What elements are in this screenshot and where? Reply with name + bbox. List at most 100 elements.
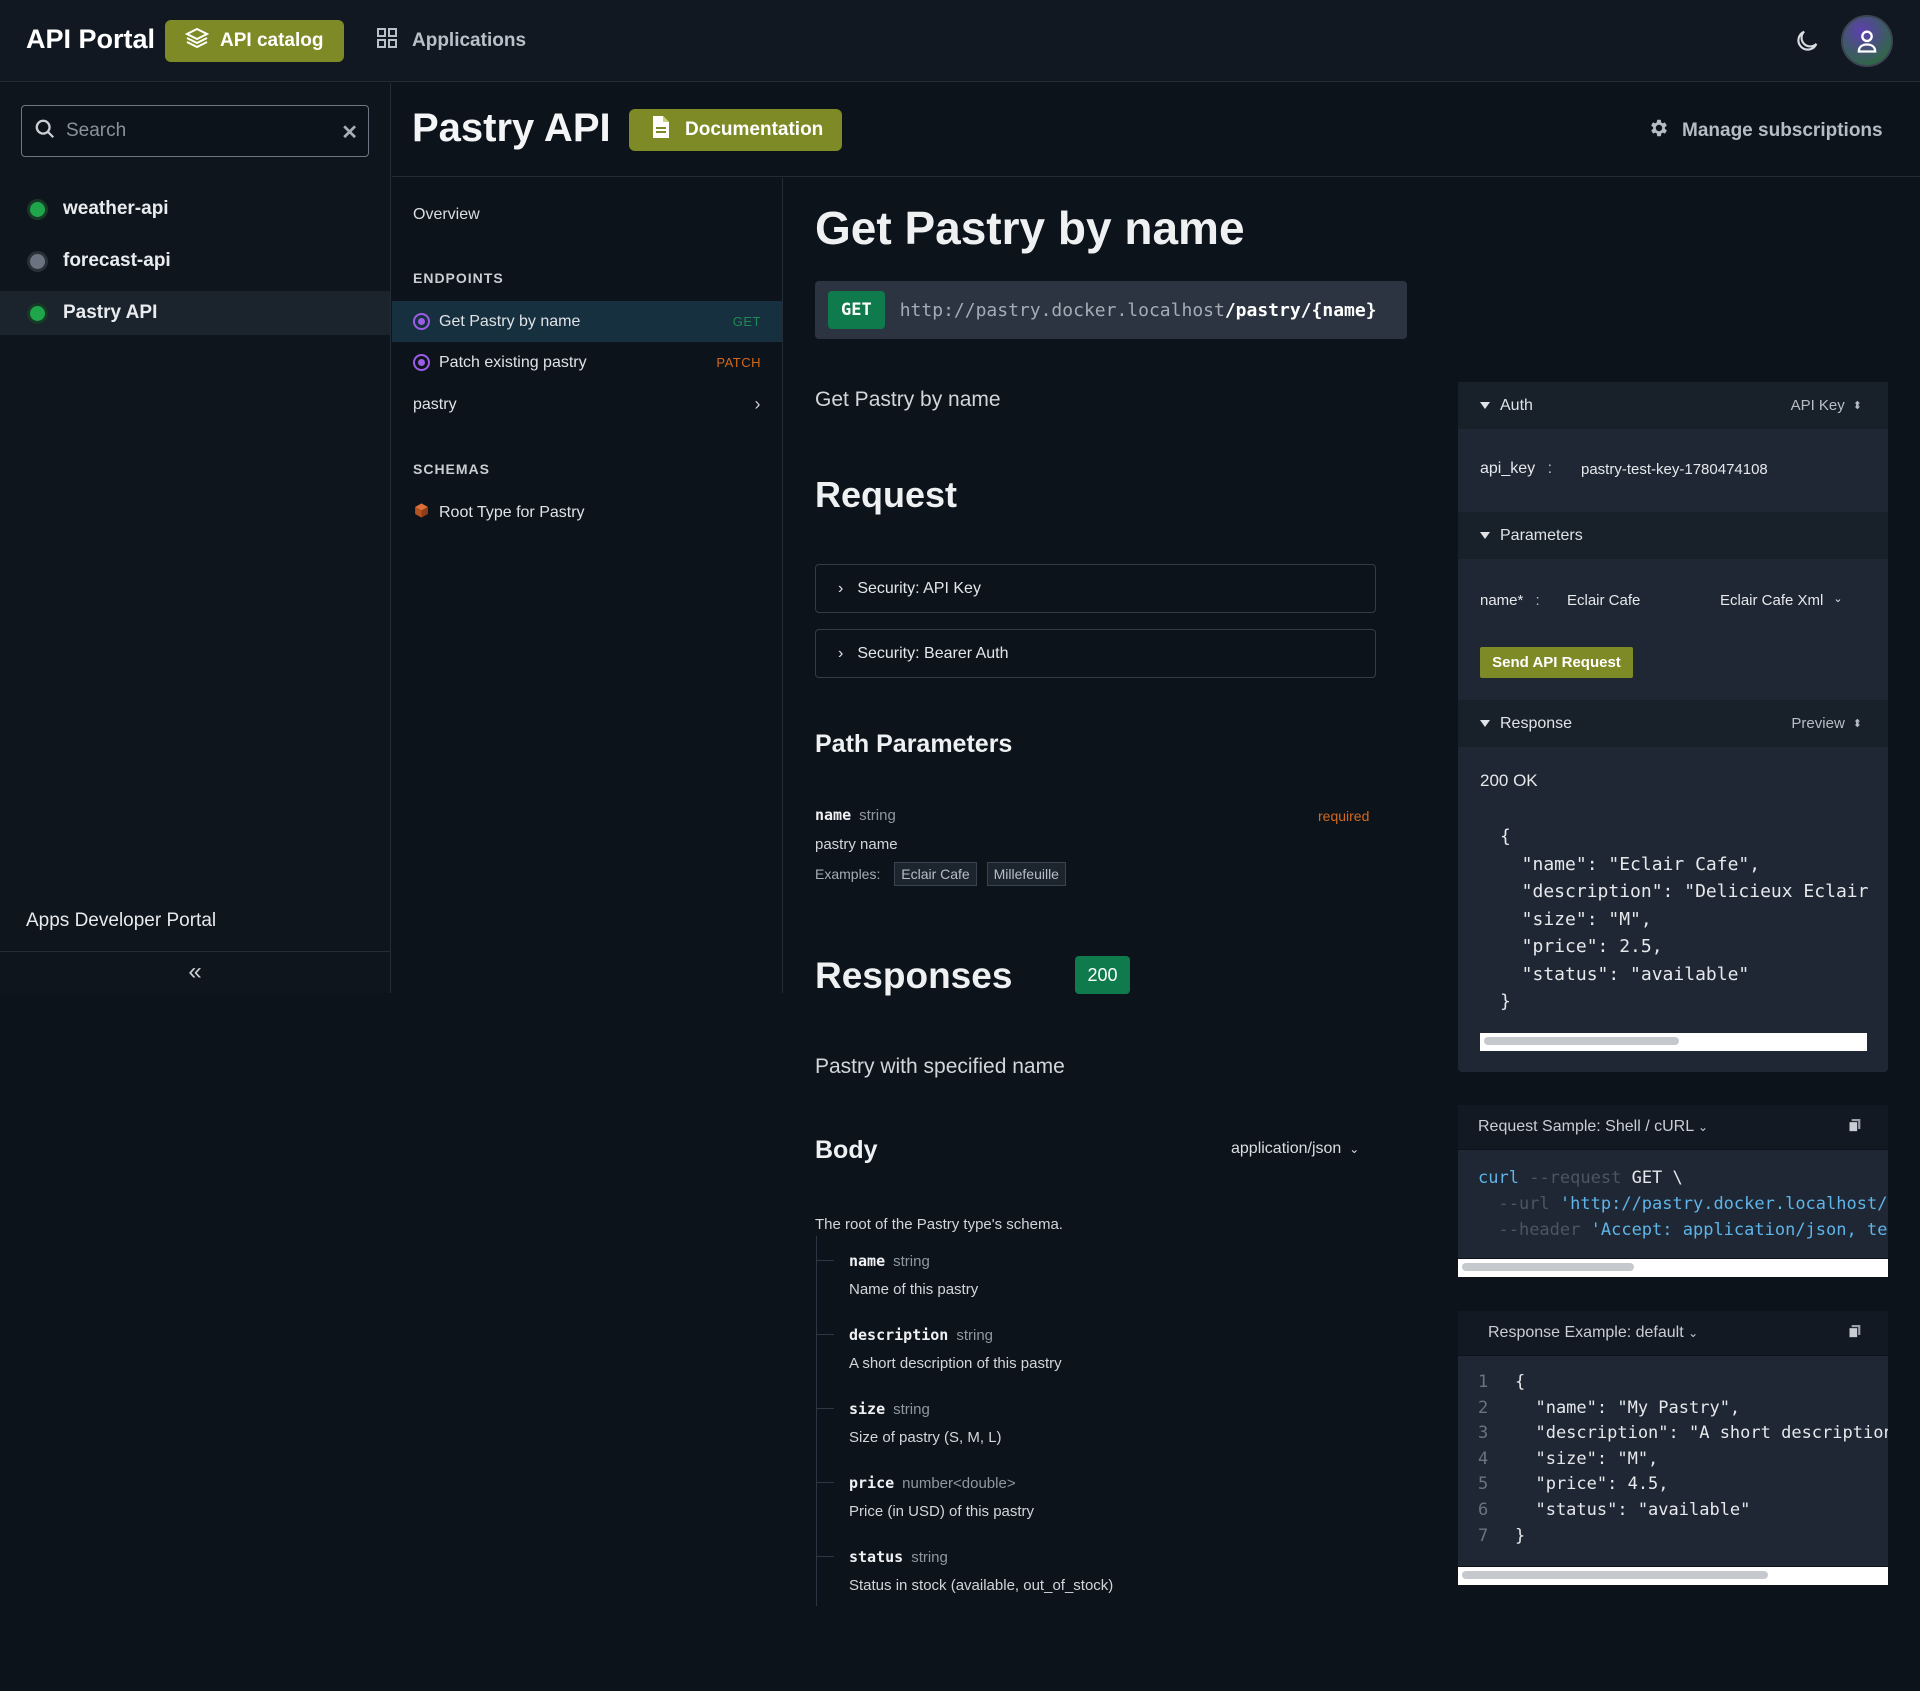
response-example-line: "status": "available" <box>1515 1500 1751 1520</box>
api-catalog-button[interactable]: API catalog <box>165 20 344 62</box>
response-view-select[interactable]: Preview ⬍ <box>1791 715 1862 732</box>
example-chip: Eclair Cafe <box>894 862 977 886</box>
response-description: Pastry with specified name <box>815 1055 1065 1078</box>
sort-icon: ⬍ <box>1852 400 1862 412</box>
response-label: Response <box>1500 714 1573 732</box>
copy-icon[interactable] <box>1847 1323 1863 1344</box>
endpoint-icon <box>413 354 430 371</box>
copy-icon[interactable] <box>1847 1117 1863 1138</box>
collapse-sidebar-button[interactable]: « <box>0 951 390 991</box>
schema-field-description: description string A short description of… <box>849 1326 1062 1372</box>
status-dot <box>30 201 45 217</box>
search-field[interactable]: ✕ <box>21 105 369 157</box>
request-sample-select[interactable]: Request Sample: Shell / cURL ⌄ <box>1478 1118 1708 1136</box>
endpoint-icon <box>413 313 430 330</box>
field-name: name <box>849 1252 886 1270</box>
api-catalog-label: API catalog <box>220 30 324 51</box>
applications-button[interactable]: Applications <box>375 26 526 56</box>
status-dot <box>30 305 45 321</box>
brand-title: API Portal <box>26 24 156 54</box>
response-example-line: "size": "M", <box>1515 1448 1659 1469</box>
api-key-value[interactable]: pastry-test-key-1780474108 <box>1581 461 1768 478</box>
request-sample-body: curl --request GET \ --url 'http://pastr… <box>1458 1150 1888 1258</box>
auth-type-select[interactable]: API Key ⬍ <box>1791 397 1862 414</box>
layers-icon <box>184 26 210 56</box>
nav-overview[interactable]: Overview <box>413 206 480 224</box>
field-name: size <box>849 1400 886 1418</box>
clear-search-icon[interactable]: ✕ <box>341 120 358 145</box>
tree-tick <box>816 1482 834 1483</box>
content-type-label: application/json <box>1231 1140 1342 1157</box>
search-icon <box>34 118 56 145</box>
security-label: Security: API Key <box>857 579 981 597</box>
sidebar-footer-label: Apps Developer Portal <box>26 910 217 931</box>
search-input[interactable] <box>66 120 326 142</box>
sidebar-item-label: forecast-api <box>63 250 171 271</box>
auth-label: Auth <box>1500 396 1533 414</box>
nav-schema-root-type[interactable]: Root Type for Pastry <box>392 492 782 533</box>
example-label: Eclair Cafe Xml <box>1720 592 1824 609</box>
security-label: Security: Bearer Auth <box>857 644 1009 662</box>
response-line: "description": "Delicieux Eclair <box>1500 881 1868 902</box>
response-line: } <box>1500 991 1511 1012</box>
param-input[interactable]: Eclair Cafe <box>1567 592 1640 609</box>
content-type-select[interactable]: application/json ⌄ <box>1231 1140 1359 1158</box>
field-type: string <box>893 1253 930 1270</box>
field-type: string <box>956 1327 994 1344</box>
response-example-line: } <box>1515 1525 1526 1546</box>
response-example-body: 1 2 3 4 5 6 7 { "name": "My Pastry", "de… <box>1458 1356 1888 1566</box>
param-type: string <box>859 807 896 824</box>
document-icon <box>651 115 671 145</box>
grid-icon <box>375 26 399 56</box>
param-description: pastry name <box>815 836 898 853</box>
moon-icon[interactable] <box>1793 27 1821 60</box>
status-code-badge[interactable]: 200 <box>1075 956 1130 994</box>
example-chip: Millefeuille <box>986 862 1066 886</box>
sidebar-item-pastry-api[interactable]: Pastry API <box>0 291 390 335</box>
double-chevron-left-icon: « <box>188 957 202 985</box>
required-label: required <box>1318 808 1370 824</box>
response-example-scrollbar[interactable] <box>1458 1567 1888 1585</box>
response-scrollbar[interactable] <box>1480 1033 1867 1051</box>
response-section-toggle[interactable]: Response Preview ⬍ <box>1458 700 1888 747</box>
examples-label: Examples: <box>815 866 881 882</box>
schema-field-price: price number<double> Price (in USD) of th… <box>849 1474 1034 1520</box>
nav-group-pastry[interactable]: pastry › <box>392 384 782 425</box>
endpoint-label: Get Pastry by name <box>439 312 581 330</box>
manage-subscriptions-button[interactable]: Manage subscriptions <box>1648 117 1883 145</box>
send-api-request-button[interactable]: Send API Request <box>1480 647 1633 678</box>
sidebar-item-forecast-api[interactable]: forecast-api <box>0 239 390 283</box>
parameters-section-toggle[interactable]: Parameters <box>1458 512 1888 559</box>
tree-tick <box>816 1334 834 1335</box>
documentation-label: Documentation <box>685 119 824 140</box>
auth-section-toggle[interactable]: Auth API Key ⬍ <box>1458 382 1888 429</box>
request-sample-scrollbar[interactable] <box>1458 1259 1888 1277</box>
avatar[interactable] <box>1841 15 1893 67</box>
nav-endpoint-get-pastry[interactable]: Get Pastry by name GET <box>392 301 782 342</box>
field-name: status <box>849 1548 904 1566</box>
caret-down-icon <box>1480 402 1490 409</box>
response-line: { <box>1500 826 1511 847</box>
response-example-select[interactable]: Response Example: default ⌄ <box>1488 1324 1698 1342</box>
field-description: A short description of this pastry <box>849 1355 1062 1372</box>
tree-tick <box>816 1556 834 1557</box>
param-example-select[interactable]: Eclair Cafe Xml ⌄ <box>1720 592 1843 609</box>
auth-type-label: API Key <box>1790 397 1845 414</box>
security-api-key-toggle[interactable]: › Security: API Key <box>815 564 1376 613</box>
chevron-right-icon: › <box>754 394 761 414</box>
field-description: Size of pastry (S, M, L) <box>849 1429 1002 1446</box>
field-type: string <box>911 1549 948 1566</box>
body-heading: Body <box>815 1136 878 1164</box>
sidebar-item-label: Pastry API <box>63 302 158 323</box>
tree-tick <box>816 1408 834 1409</box>
endpoint-title: Get Pastry by name <box>815 202 1245 254</box>
response-line: "name": "Eclair Cafe", <box>1500 853 1761 875</box>
path-parameters-heading: Path Parameters <box>815 730 1013 758</box>
security-bearer-toggle[interactable]: › Security: Bearer Auth <box>815 629 1376 678</box>
response-example-title: Response Example: default <box>1488 1324 1684 1341</box>
method-badge: GET <box>828 291 885 329</box>
response-line: "price": 2.5, <box>1500 936 1663 957</box>
documentation-button[interactable]: Documentation <box>629 109 842 151</box>
nav-endpoint-patch-pastry[interactable]: Patch existing pastry PATCH <box>392 342 782 383</box>
sidebar-item-weather-api[interactable]: weather-api <box>0 187 390 231</box>
